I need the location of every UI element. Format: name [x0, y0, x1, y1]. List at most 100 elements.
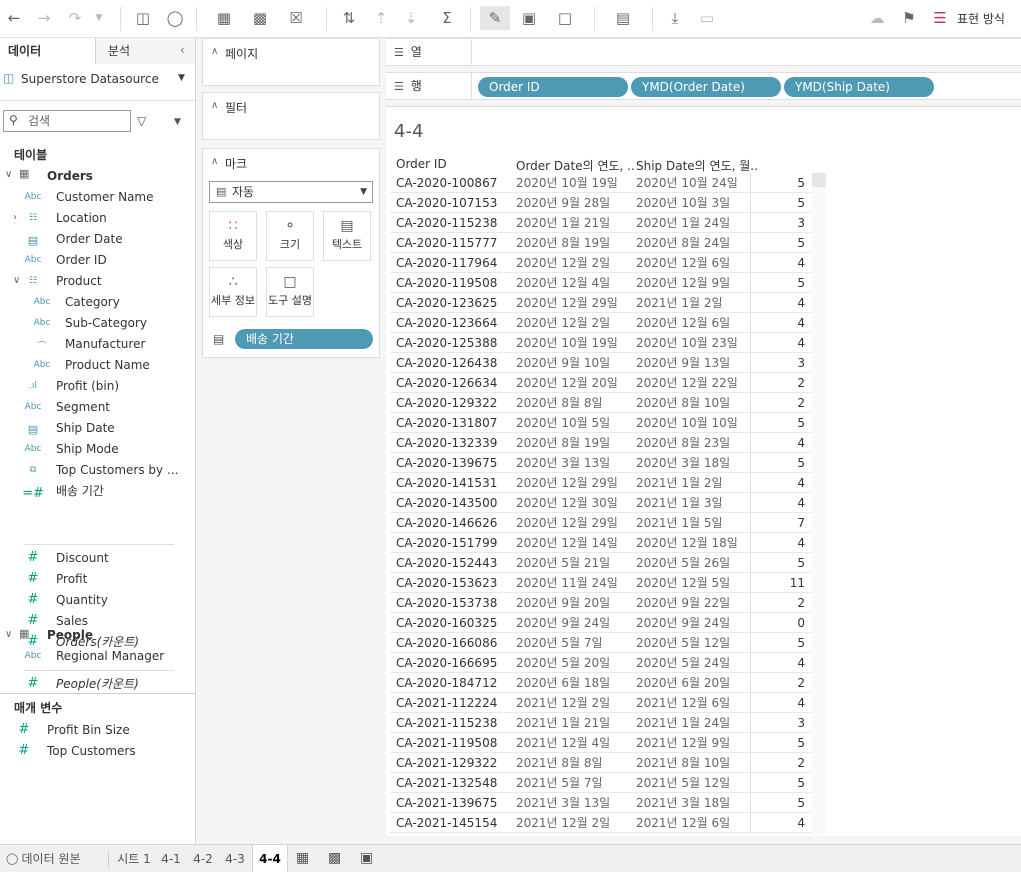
menu-chevron-icon[interactable]: ▼ — [174, 117, 181, 127]
collapse-icon[interactable]: ∧ — [211, 100, 218, 111]
new-datasource-icon[interactable]: ◫ — [132, 6, 154, 30]
rows-shelf[interactable]: ☰ 행 Order ID YMD(Order Date) YMD(Ship Da… — [386, 72, 1021, 100]
field-item[interactable]: Category — [65, 292, 120, 313]
header-order-id[interactable]: Order ID — [396, 157, 447, 171]
tab-4-4[interactable]: 4-4 — [252, 845, 288, 873]
measure-item[interactable]: Quantity — [56, 590, 108, 611]
measure-item[interactable]: Discount — [56, 548, 109, 569]
sort-descending-icon[interactable]: ⇣ — [400, 6, 422, 30]
table-row[interactable]: CA-2020-125388 2020년 10월 19일 2020년 10월 23일… — [390, 333, 811, 353]
field-item[interactable]: Product Name — [65, 355, 150, 376]
expand-caret-icon[interactable]: ∨ — [5, 169, 12, 180]
table-row[interactable]: CA-2020-146626 2020년 12월 29일 2021년 1월 5일 7 — [390, 513, 811, 533]
search-input[interactable]: 검색 — [3, 110, 131, 132]
redo-icon[interactable]: ↷ — [64, 6, 86, 30]
table-row[interactable]: CA-2020-184712 2020년 6월 18일 2020년 6월 20일 2 — [390, 673, 811, 693]
field-item[interactable]: Segment — [56, 397, 110, 418]
header-ship-date[interactable]: Ship Date의 연도, 월.. — [636, 157, 758, 174]
table-row[interactable]: CA-2020-166695 2020년 5월 20일 2020년 5월 24일 4 — [390, 653, 811, 673]
new-worksheet-icon[interactable]: ▦ — [210, 6, 238, 30]
table-row[interactable]: CA-2021-119508 2021년 12월 4일 2021년 12월 9일 5 — [390, 733, 811, 753]
detail-button[interactable]: ∴ 세부 정보 — [209, 267, 257, 317]
parameter-item[interactable]: Profit Bin Size — [47, 720, 130, 741]
new-dashboard-icon[interactable]: ▩ — [328, 850, 341, 866]
cloud-icon[interactable]: ☁ — [866, 6, 888, 30]
new-story-icon[interactable]: ▣ — [360, 850, 373, 866]
tab-data[interactable]: 데이터 — [0, 38, 96, 64]
field-item[interactable]: Product — [56, 271, 102, 292]
scrollbar[interactable] — [812, 173, 826, 835]
table-row[interactable]: CA-2020-166086 2020년 5월 7일 2020년 5월 12일 5 — [390, 633, 811, 653]
field-item[interactable]: Ship Mode — [56, 439, 119, 460]
table-row[interactable]: CA-2020-151799 2020년 12월 14일 2020년 12월 18일… — [390, 533, 811, 553]
collapse-icon[interactable]: ‹ — [180, 43, 185, 57]
row-pill-order-id[interactable]: Order ID — [478, 77, 628, 97]
table-row[interactable]: CA-2020-132339 2020년 8월 19일 2020년 8월 23일 4 — [390, 433, 811, 453]
chevron-down-icon[interactable]: ▼ — [92, 6, 106, 30]
field-item[interactable]: Profit (bin) — [56, 376, 119, 397]
table-row[interactable]: CA-2020-153623 2020년 11월 24일 2020년 12월 5일 1… — [390, 573, 811, 593]
signpost-icon[interactable]: ⚑ — [898, 6, 920, 30]
parameter-item[interactable]: Top Customers — [47, 741, 136, 762]
table-row[interactable]: CA-2020-115238 2020년 1월 21일 2020년 1월 24일 3 — [390, 213, 811, 233]
field-item[interactable]: Location — [56, 208, 107, 229]
field-item[interactable]: Order ID — [56, 250, 107, 271]
table-row[interactable]: CA-2020-141531 2020년 12월 29일 2021년 1월 2일 4 — [390, 473, 811, 493]
tooltip-button[interactable]: □ 도구 설명 — [266, 267, 314, 317]
tab-4-1[interactable]: 4-1 — [156, 845, 186, 873]
table-people[interactable]: People — [47, 625, 93, 646]
table-row[interactable]: CA-2020-139675 2020년 3월 13일 2020년 3월 18일 5 — [390, 453, 811, 473]
table-row[interactable]: CA-2021-139675 2021년 3월 13일 2021년 3월 18일 5 — [390, 793, 811, 813]
field-item[interactable]: Ship Date — [56, 418, 115, 439]
show-me-label[interactable]: 표현 방식 — [957, 10, 1005, 27]
expand-caret-icon[interactable]: ∨ — [5, 629, 12, 640]
table-row[interactable]: CA-2020-129322 2020년 8월 8일 2020년 8월 10일 2 — [390, 393, 811, 413]
swap-icon[interactable]: ⇅ — [338, 6, 360, 30]
table-row[interactable]: CA-2020-153738 2020년 9월 20일 2020년 9월 22일 2 — [390, 593, 811, 613]
scrollbar-thumb[interactable] — [812, 173, 826, 187]
datasource-icon[interactable]: ◯ — [164, 6, 186, 30]
tab-sheet-1[interactable]: 시트 1 — [112, 845, 156, 873]
field-item[interactable]: 배송 기간 — [56, 481, 104, 502]
table-row[interactable]: CA-2021-145154 2021년 12월 2일 2021년 12월 6일 4 — [390, 813, 811, 833]
field-item[interactable]: Customer Name — [56, 187, 154, 208]
table-row[interactable]: CA-2020-119508 2020년 12월 4일 2020년 12월 9일 5 — [390, 273, 811, 293]
table-row[interactable]: CA-2020-126438 2020년 9월 10일 2020년 9월 13일 3 — [390, 353, 811, 373]
size-button[interactable]: ⚬ 크기 — [266, 211, 314, 261]
table-row[interactable]: CA-2020-152443 2020년 5월 21일 2020년 5월 26일 5 — [390, 553, 811, 573]
tab-4-3[interactable]: 4-3 — [220, 845, 250, 873]
show-me-icon[interactable]: ☰ — [932, 6, 948, 30]
measure-item[interactable]: People(카운트) — [56, 674, 139, 695]
header-order-date[interactable]: Order Date의 연도, .. — [516, 157, 635, 174]
table-row[interactable]: CA-2020-100867 2020년 10월 19일 2020년 10월 24일… — [390, 173, 811, 193]
field-item[interactable]: Manufacturer — [65, 334, 145, 355]
filters-card[interactable]: ∧ 필터 — [202, 92, 380, 140]
table-row[interactable]: CA-2021-112224 2021년 12월 2일 2021년 12월 6일 4 — [390, 693, 811, 713]
table-row[interactable]: CA-2021-129322 2021년 8월 8일 2021년 8월 10일 2 — [390, 753, 811, 773]
text-button[interactable]: ▤ 텍스트 — [323, 211, 371, 261]
collapse-icon[interactable]: ∧ — [211, 156, 218, 167]
forward-arrow-icon[interactable]: → — [34, 6, 54, 30]
mark-type-dropdown[interactable]: ▤ 자동 ▼ — [209, 181, 373, 203]
table-row[interactable]: CA-2020-131807 2020년 10월 5일 2020년 10월 10일 5 — [390, 413, 811, 433]
row-pill-order-date[interactable]: YMD(Order Date) — [631, 77, 781, 97]
color-button[interactable]: ∷ 색상 — [209, 211, 257, 261]
duplicate-sheet-icon[interactable]: ▩ — [248, 6, 272, 30]
table-row[interactable]: CA-2021-115238 2021년 1월 21일 2021년 1월 24일 3 — [390, 713, 811, 733]
new-worksheet-icon[interactable]: ▦ — [296, 850, 309, 866]
columns-shelf[interactable]: ☰ 열 — [386, 38, 1021, 66]
back-arrow-icon[interactable]: ← — [4, 6, 24, 30]
tab-datasource[interactable]: 데이터 원본 — [20, 845, 82, 873]
tab-4-2[interactable]: 4-2 — [188, 845, 218, 873]
fit-icon[interactable]: □ — [550, 6, 580, 30]
clear-sheet-icon[interactable]: ☒ — [282, 6, 310, 30]
table-row[interactable]: CA-2020-143500 2020년 12월 30일 2021년 1월 3일 4 — [390, 493, 811, 513]
sum-icon[interactable]: Σ — [434, 6, 460, 30]
filter-icon[interactable]: ▽ — [137, 114, 146, 128]
row-pill-ship-date[interactable]: YMD(Ship Date) — [784, 77, 934, 97]
pages-card[interactable]: ∧ 페이지 — [202, 38, 380, 86]
field-item[interactable]: Order Date — [56, 229, 123, 250]
text-pill[interactable]: 배송 기간 — [235, 329, 373, 349]
show-labels-icon[interactable]: ▤ — [606, 6, 640, 30]
table-row[interactable]: CA-2020-160325 2020년 9월 24일 2020년 9월 24일 0 — [390, 613, 811, 633]
